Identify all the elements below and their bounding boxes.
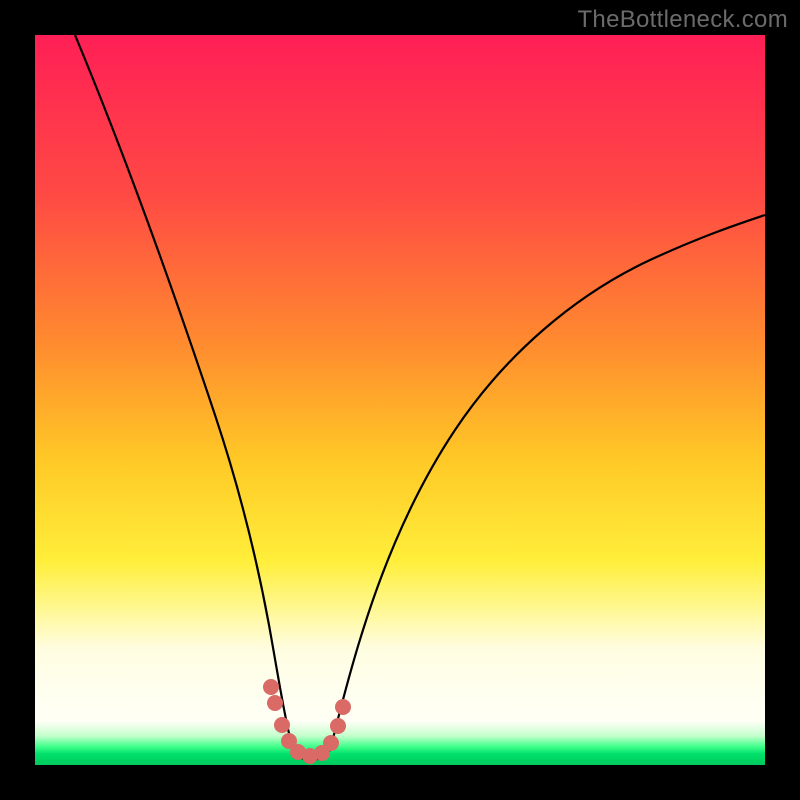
marker-dot xyxy=(263,679,279,695)
marker-dot xyxy=(335,699,351,715)
marker-dot xyxy=(323,735,339,751)
curve-left-branch xyxy=(75,35,293,750)
plot-area xyxy=(35,35,765,765)
watermark-text: TheBottleneck.com xyxy=(577,6,788,34)
curve-right-branch xyxy=(330,215,765,750)
marker-dot xyxy=(274,717,290,733)
chart-frame: TheBottleneck.com xyxy=(0,0,800,800)
bottleneck-curve xyxy=(35,35,765,765)
marker-dot xyxy=(267,695,283,711)
marker-dot xyxy=(330,718,346,734)
valley-markers xyxy=(263,679,351,764)
